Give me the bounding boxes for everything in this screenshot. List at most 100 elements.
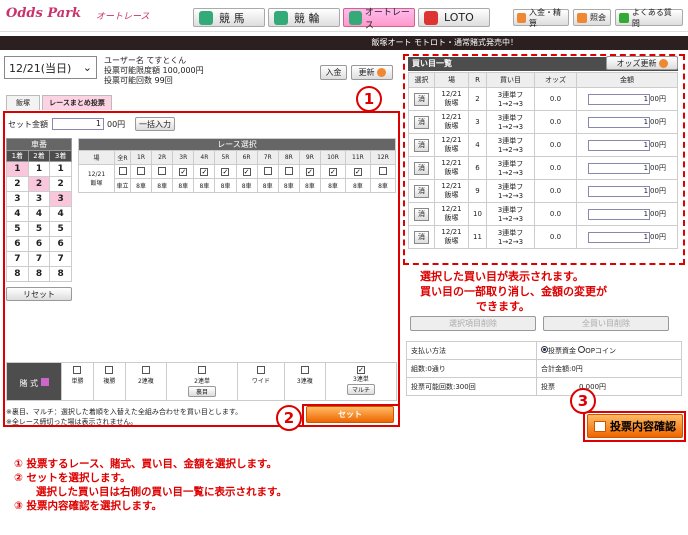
faq-link[interactable]: よくある質問 [615, 8, 683, 28]
bet-type-option[interactable]: ワイド [237, 362, 285, 401]
confirm-button[interactable]: 投票内容確認 [587, 414, 683, 438]
payment-options[interactable]: 投票資金 OPコイン [536, 341, 682, 360]
race-checkbox[interactable]: ✓ [179, 167, 188, 176]
amount-input[interactable]: 1 [588, 208, 651, 220]
inquiry-link[interactable]: 照会 [573, 9, 611, 26]
car-cell[interactable]: 7 [27, 251, 51, 267]
delete-row-button[interactable]: 消 [414, 161, 429, 175]
bet-sub-button[interactable]: 裏目 [188, 386, 217, 397]
race-checkbox[interactable] [263, 166, 272, 175]
set-amount-input[interactable]: 1 [52, 118, 104, 130]
help-icon [40, 377, 49, 386]
bet-sub-button[interactable]: マルチ [346, 384, 375, 395]
car-cell[interactable]: 1 [6, 161, 29, 177]
delete-selected-button[interactable]: 選択項目削除 [410, 316, 536, 331]
race-checkbox[interactable]: ✓ [328, 167, 337, 176]
car-cell[interactable]: 2 [49, 176, 72, 192]
nav-keirin[interactable]: 競 輪 [268, 8, 340, 27]
race-checkbox[interactable]: ✓ [200, 167, 209, 176]
odds-refresh-button[interactable]: オッズ更新 [606, 56, 678, 70]
bet-type-option[interactable]: ✓ 3連単 マルチ [324, 362, 398, 401]
bet-type-checkbox[interactable] [256, 366, 265, 374]
delete-row-button[interactable]: 消 [414, 230, 429, 244]
user-name: ユーザー名 てすとくん [104, 56, 187, 65]
bet-type-checkbox[interactable] [105, 366, 114, 374]
race-select-table: レース選択 場全R 1R 2R 3R 4R 5R 6R 7R 8R 9R 10R 11R 12R 12/… [78, 138, 397, 193]
bet-type-option[interactable]: 複勝 [92, 362, 126, 401]
reset-button[interactable]: リセット [6, 287, 72, 301]
delete-row-button[interactable]: 消 [414, 115, 429, 129]
car-cell[interactable]: 3 [6, 191, 29, 207]
race-checkbox[interactable] [378, 166, 387, 175]
deposit-link[interactable]: 入金・精算 [513, 8, 569, 28]
tab-matome[interactable]: レースまとめ投票 [42, 95, 112, 110]
bet-type-checkbox[interactable] [141, 366, 150, 374]
delete-row-button[interactable]: 消 [414, 92, 429, 106]
race-checkbox[interactable] [158, 166, 167, 175]
set-amount-unit: 00円 [107, 120, 126, 129]
bet-type-checkbox[interactable] [198, 366, 207, 374]
car-cell[interactable]: 4 [6, 206, 29, 222]
car-cell[interactable]: 5 [27, 221, 51, 237]
bet-type-checkbox[interactable] [73, 366, 82, 374]
car-cell[interactable]: 1 [27, 161, 51, 177]
delete-all-button[interactable]: 全買い目削除 [543, 316, 669, 331]
date-select[interactable]: 12/21(当日) ⌄ [4, 56, 97, 79]
amount-input[interactable]: 1 [588, 116, 651, 128]
wallet-icon [517, 12, 526, 23]
refresh-button[interactable]: 更新 [351, 65, 393, 80]
bulk-input-button[interactable]: 一括入力 [135, 117, 175, 131]
bet-type-option[interactable]: 2連複 [124, 362, 168, 401]
race-checkbox[interactable]: ✓ [353, 167, 362, 176]
race-checkbox[interactable]: ✓ [305, 167, 314, 176]
bet-type-option[interactable]: 3連複 [283, 362, 326, 401]
car-cell[interactable]: 7 [6, 251, 29, 267]
car-cell[interactable]: 7 [49, 251, 72, 267]
car-cell[interactable]: 3 [27, 191, 51, 207]
race-checkbox-all[interactable] [118, 166, 127, 175]
car-cell[interactable]: 2 [27, 176, 51, 192]
race-checkbox[interactable]: ✓ [221, 167, 230, 176]
nav-loto[interactable]: LOTO [418, 8, 490, 27]
refresh-icon [376, 68, 386, 77]
car-cell[interactable]: 5 [6, 221, 29, 237]
delete-row-button[interactable]: 消 [414, 207, 429, 221]
tab-iizuka[interactable]: 飯塚 [6, 95, 40, 110]
delete-row-button[interactable]: 消 [414, 184, 429, 198]
bet-type-table: 賭 式 単勝 複勝 2連複 2連単 裏目 ワイド 3連複 ✓ 3連単 マルチ [6, 362, 398, 401]
amount-input[interactable]: 1 [588, 231, 651, 243]
amount-input[interactable]: 1 [588, 139, 651, 151]
car-cell[interactable]: 6 [6, 236, 29, 252]
amount-input[interactable]: 1 [588, 162, 651, 174]
amount-input[interactable]: 1 [588, 93, 651, 105]
race-checkbox[interactable]: ✓ [242, 167, 251, 176]
set-button[interactable]: セット [306, 406, 394, 423]
car-cell[interactable]: 6 [49, 236, 72, 252]
balance: 投票 0,000円 [536, 377, 682, 396]
car-cell[interactable]: 1 [49, 161, 72, 177]
odds-park-logo[interactable]: Odds Park [6, 6, 81, 21]
bet-type-option[interactable]: 単勝 [61, 362, 94, 401]
bet-type-option[interactable]: 2連単 裏目 [166, 362, 239, 401]
car-cell[interactable]: 3 [49, 191, 72, 207]
car-cell[interactable]: 4 [49, 206, 72, 222]
car-cell[interactable]: 6 [27, 236, 51, 252]
race-checkbox[interactable] [284, 166, 293, 175]
bet-type-checkbox[interactable] [300, 366, 309, 374]
car-cell[interactable]: 8 [6, 266, 29, 282]
car-cell[interactable]: 5 [49, 221, 72, 237]
car-cell[interactable]: 2 [6, 176, 29, 192]
car-cell[interactable]: 8 [49, 266, 72, 282]
race-checkbox[interactable] [137, 166, 146, 175]
amount-input[interactable]: 1 [588, 185, 651, 197]
marker-1: 1 [356, 86, 382, 112]
car-cell[interactable]: 8 [27, 266, 51, 282]
bet-type-checkbox[interactable]: ✓ [356, 366, 365, 374]
nav-autorace[interactable]: オートレース [343, 8, 415, 31]
deposit-button[interactable]: 入金 [320, 65, 347, 80]
car-cell[interactable]: 4 [27, 206, 51, 222]
nav-keiba[interactable]: 競 馬 [193, 8, 265, 27]
delete-row-button[interactable]: 消 [414, 138, 429, 152]
kaime-row: 消 12/21 飯塚 4 3連単フ 1→2→3 0.0 1 00円 [408, 133, 678, 157]
radio-fund[interactable] [541, 345, 548, 353]
